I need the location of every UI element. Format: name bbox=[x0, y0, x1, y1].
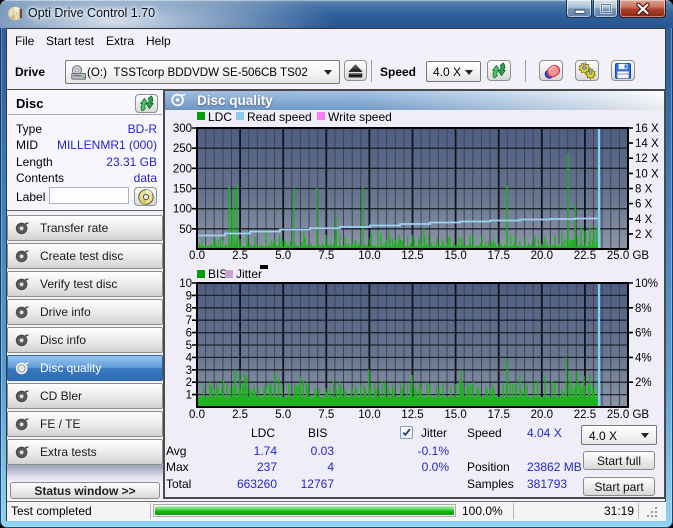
svg-text:16 X: 16 X bbox=[635, 123, 659, 135]
svg-text:8: 8 bbox=[186, 303, 192, 315]
svg-text:150: 150 bbox=[173, 184, 192, 196]
svg-text:3: 3 bbox=[186, 365, 192, 377]
svg-text:8%: 8% bbox=[635, 303, 652, 315]
svg-text:6: 6 bbox=[186, 328, 192, 340]
svg-text:4: 4 bbox=[186, 352, 193, 364]
svg-text:9: 9 bbox=[186, 290, 192, 302]
svg-text:25.0 GB: 25.0 GB bbox=[607, 250, 650, 262]
svg-text:6%: 6% bbox=[635, 328, 652, 340]
svg-text:6 X: 6 X bbox=[635, 199, 653, 211]
svg-text:200: 200 bbox=[173, 163, 192, 175]
svg-text:2.5: 2.5 bbox=[232, 409, 248, 421]
svg-text:2.5: 2.5 bbox=[232, 250, 248, 262]
svg-text:0.0: 0.0 bbox=[189, 250, 205, 262]
svg-text:7.5: 7.5 bbox=[318, 409, 334, 421]
svg-text:8 X: 8 X bbox=[635, 184, 653, 196]
svg-text:20.0: 20.0 bbox=[531, 250, 553, 262]
svg-text:10: 10 bbox=[179, 278, 192, 290]
svg-text:17.5: 17.5 bbox=[488, 250, 510, 262]
svg-text:17.5: 17.5 bbox=[488, 409, 510, 421]
svg-text:25.0 GB: 25.0 GB bbox=[607, 409, 650, 421]
svg-text:100: 100 bbox=[173, 204, 192, 216]
svg-text:20.0: 20.0 bbox=[531, 409, 553, 421]
svg-text:0.0: 0.0 bbox=[189, 409, 205, 421]
svg-text:22.5: 22.5 bbox=[574, 409, 596, 421]
svg-text:5.0: 5.0 bbox=[275, 409, 291, 421]
svg-text:15.0: 15.0 bbox=[444, 409, 466, 421]
svg-text:7: 7 bbox=[186, 315, 192, 327]
svg-text:10 X: 10 X bbox=[635, 168, 659, 180]
svg-text:5.0: 5.0 bbox=[275, 250, 291, 262]
svg-text:2: 2 bbox=[186, 377, 192, 389]
svg-text:12 X: 12 X bbox=[635, 153, 659, 165]
svg-text:10%: 10% bbox=[635, 278, 658, 290]
svg-text:5: 5 bbox=[186, 340, 192, 352]
svg-text:4 X: 4 X bbox=[635, 214, 653, 226]
svg-text:10.0: 10.0 bbox=[358, 250, 380, 262]
svg-text:10.0: 10.0 bbox=[358, 409, 380, 421]
svg-text:250: 250 bbox=[173, 143, 192, 155]
svg-text:12.5: 12.5 bbox=[401, 409, 423, 421]
svg-text:15.0: 15.0 bbox=[444, 250, 466, 262]
svg-text:50: 50 bbox=[179, 224, 192, 236]
svg-text:12.5: 12.5 bbox=[401, 250, 423, 262]
svg-text:2 X: 2 X bbox=[635, 229, 653, 241]
svg-text:2%: 2% bbox=[635, 377, 652, 389]
svg-text:4%: 4% bbox=[635, 352, 652, 364]
svg-text:14 X: 14 X bbox=[635, 138, 659, 150]
svg-text:1: 1 bbox=[186, 390, 192, 402]
svg-text:22.5: 22.5 bbox=[574, 250, 596, 262]
svg-text:7.5: 7.5 bbox=[318, 250, 334, 262]
svg-text:300: 300 bbox=[173, 123, 192, 135]
